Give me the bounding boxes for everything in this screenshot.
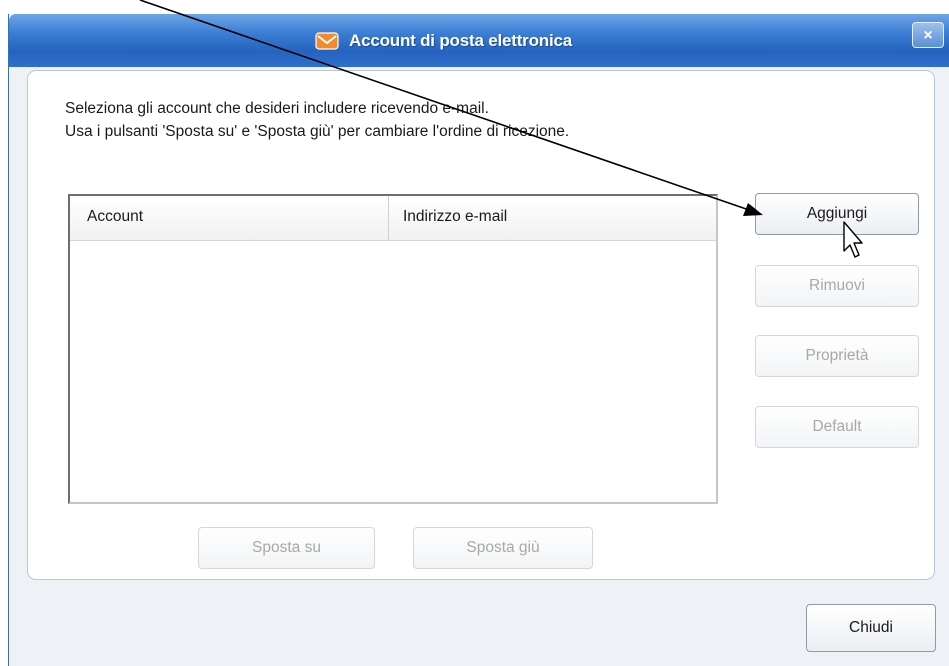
instructions-line-1: Seleziona gli account che desideri inclu… [65,100,489,117]
column-header-account[interactable]: Account [87,208,143,226]
window-title: Account di posta elettronica [349,31,572,50]
remove-button[interactable]: Rimuovi [755,265,919,307]
add-button[interactable]: Aggiungi [755,193,919,235]
title-group: Account di posta elettronica [315,29,572,53]
default-button[interactable]: Default [755,406,919,448]
move-down-button[interactable]: Sposta giù [413,527,593,569]
move-up-button[interactable]: Sposta su [198,527,375,569]
properties-button[interactable]: Proprietà [755,335,919,377]
instructions-line-2: Usa i pulsanti 'Sposta su' e 'Sposta giù… [65,123,570,140]
close-button[interactable]: Chiudi [806,604,936,652]
column-header-email[interactable]: Indirizzo e-mail [403,208,507,226]
envelope-icon [315,32,339,50]
column-divider[interactable] [388,196,389,240]
close-icon[interactable]: × [912,22,944,48]
title-bar[interactable]: Account di posta elettronica × [9,14,949,67]
list-header: Account Indirizzo e-mail [70,196,716,241]
accounts-list[interactable]: Account Indirizzo e-mail [68,194,718,504]
instructions: Seleziona gli account che desideri inclu… [65,97,569,143]
